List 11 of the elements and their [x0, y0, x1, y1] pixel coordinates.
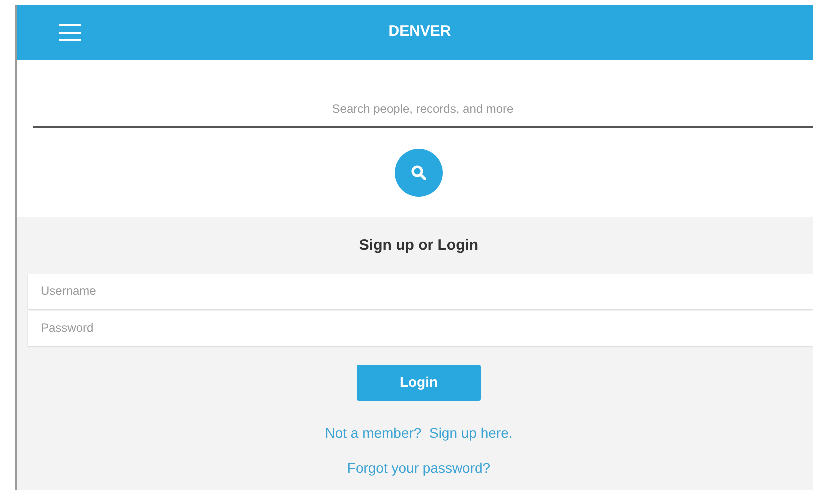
password-field[interactable]: Password: [28, 310, 813, 346]
login-button[interactable]: Login: [357, 364, 481, 400]
login-heading: Sign up or Login: [359, 236, 479, 256]
signup-link[interactable]: Not a member? Sign up here.: [325, 422, 513, 444]
search-button[interactable]: [395, 149, 443, 197]
search-field[interactable]: Search people, records, and more: [33, 92, 813, 128]
forgot-password-link[interactable]: Forgot your password?: [347, 458, 491, 478]
search-icon: [411, 165, 427, 181]
username-field[interactable]: Username: [28, 274, 813, 308]
header-title: DENVER: [388, 22, 452, 42]
menu-icon[interactable]: [59, 24, 81, 41]
